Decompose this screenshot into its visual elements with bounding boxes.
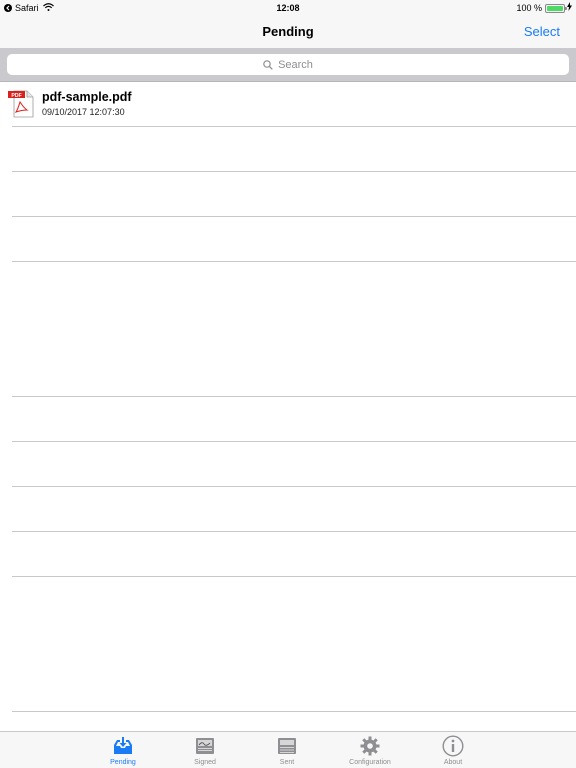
tab-signed[interactable]: Signed [175, 732, 235, 768]
tab-label: Configuration [349, 759, 391, 766]
row-separator [12, 576, 576, 577]
row-separator [12, 441, 576, 442]
row-separator [12, 711, 576, 712]
row-separator [12, 216, 576, 217]
search-icon [263, 59, 273, 70]
list-item[interactable]: PDF pdf-sample.pdf 09/10/2017 12:07:30 [0, 82, 576, 127]
pdf-file-icon: PDF [8, 90, 34, 118]
file-name: pdf-sample.pdf [42, 90, 132, 104]
screen: Safari 12:08 100 % Pending Select Search… [0, 0, 576, 768]
inbox-download-icon [114, 737, 132, 754]
battery-icon [545, 3, 567, 13]
info-icon [442, 735, 464, 757]
sent-tray-icon [278, 738, 296, 754]
signed-tray-icon [196, 738, 214, 754]
row-separator [12, 171, 576, 172]
row-separator [12, 531, 576, 532]
row-separator [12, 261, 576, 262]
battery-status: 100 % [516, 0, 572, 16]
page-title: Pending [262, 24, 314, 39]
row-separator [12, 126, 576, 127]
tab-label: Pending [110, 759, 136, 766]
status-bar: Safari 12:08 100 % [0, 0, 576, 16]
select-button[interactable]: Select [524, 16, 560, 48]
tab-configuration[interactable]: Configuration [340, 732, 400, 768]
status-time: 12:08 [276, 3, 300, 13]
charging-bolt-icon [567, 0, 572, 16]
battery-percent: 100 % [516, 3, 542, 13]
search-bar: Search [0, 48, 576, 82]
tab-about[interactable]: About [423, 732, 483, 768]
tab-label: Signed [194, 759, 216, 766]
tab-bar: Pending Signed Sent Configuration About [0, 731, 576, 768]
tab-label: About [443, 759, 463, 766]
tab-label: Sent [279, 759, 295, 766]
search-input[interactable]: Search [7, 54, 569, 75]
tab-sent[interactable]: Sent [257, 732, 317, 768]
row-separator [12, 396, 576, 397]
row-separator [12, 486, 576, 487]
tab-pending[interactable]: Pending [93, 732, 153, 768]
pdf-badge-label: PDF [11, 93, 21, 99]
navigation-bar: Pending Select [0, 16, 576, 48]
search-placeholder: Search [278, 58, 313, 71]
gear-icon [360, 736, 380, 756]
file-date: 09/10/2017 12:07:30 [42, 107, 125, 117]
